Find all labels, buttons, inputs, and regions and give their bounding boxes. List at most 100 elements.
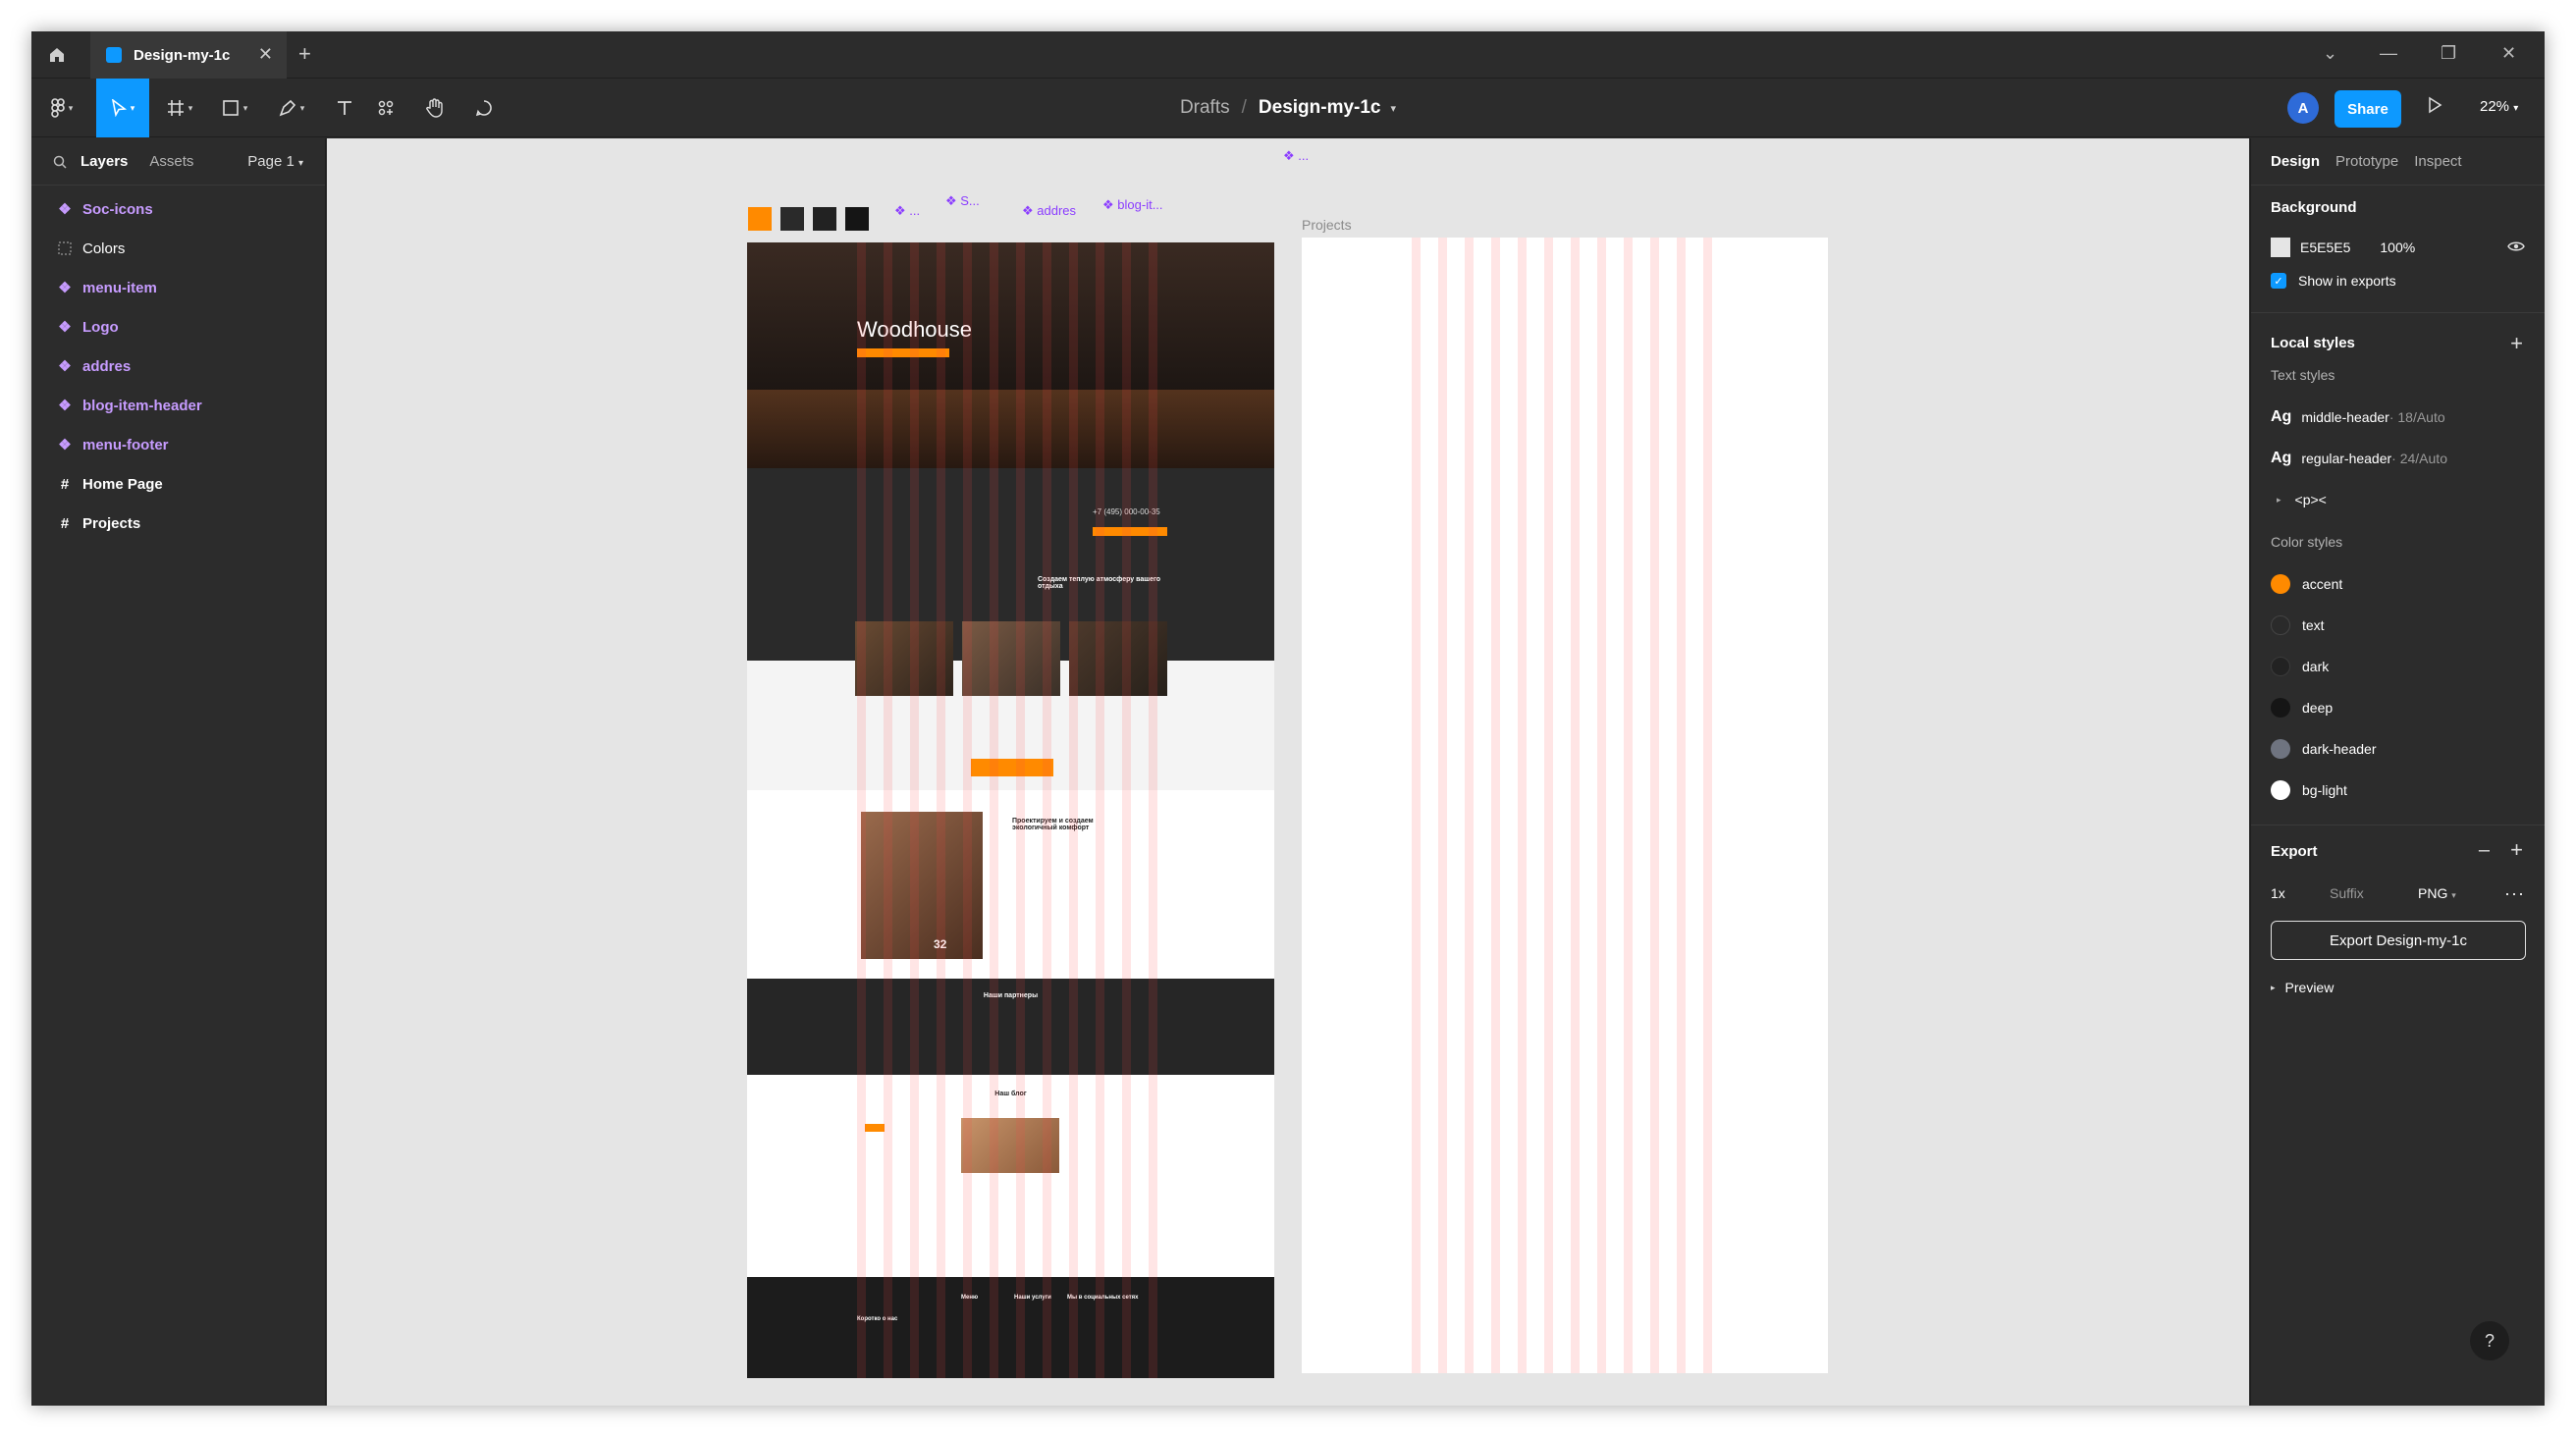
toolbar: Drafts / Design-my-1c ▾ ▾ ▾ ▾ ▾ ▾ A Shar… (31, 79, 2545, 137)
layout-grid-column (1597, 238, 1606, 1373)
layer-item[interactable]: ❖ blog-item-header (31, 386, 325, 425)
background-section: Background E5E5E5 100% ✓ Show in exports (2251, 186, 2545, 313)
pen-tool-button[interactable]: ▾ (265, 79, 318, 137)
figma-logo-icon (50, 98, 65, 118)
color-style-name: text (2302, 617, 2325, 633)
add-export-icon[interactable]: + (2510, 837, 2523, 863)
text-icon (338, 101, 351, 115)
color-chip-deep[interactable] (845, 207, 869, 231)
color-style-row[interactable]: deep (2271, 687, 2525, 728)
add-style-icon[interactable]: + (2510, 331, 2523, 356)
color-style-row[interactable]: accent (2271, 563, 2525, 605)
chevron-down-icon[interactable]: ⌄ (2323, 43, 2337, 64)
frame-tool-button[interactable]: ▾ (153, 79, 206, 137)
component-label[interactable]: ❖ ... (894, 203, 920, 219)
breadcrumb-file[interactable]: Design-my-1c (1259, 97, 1381, 119)
restore-icon[interactable]: ❐ (2441, 43, 2456, 64)
color-style-name: bg-light (2302, 782, 2347, 798)
move-tool-button[interactable]: ▾ (96, 79, 149, 137)
text-style-row[interactable]: Ag regular-header · 24/Auto (2271, 438, 2525, 479)
color-chip-accent[interactable] (748, 207, 772, 231)
layer-item[interactable]: ❖ addres (31, 346, 325, 386)
page-selector[interactable]: Page 1 ▾ (247, 153, 303, 170)
layout-grid-column (1465, 238, 1474, 1373)
color-style-row[interactable]: dark-header (2271, 728, 2525, 770)
export-button[interactable]: Export Design-my-1c (2271, 921, 2526, 960)
zoom-dropdown[interactable]: 22% ▾ (2480, 98, 2518, 115)
export-scale[interactable]: 1x (2271, 885, 2330, 901)
background-swatch[interactable] (2271, 238, 2290, 257)
close-tab-icon[interactable]: ✕ (258, 44, 273, 65)
text-style-row[interactable]: Ag middle-header · 18/Auto (2271, 397, 2525, 438)
component-label[interactable]: ❖ S... (945, 193, 980, 209)
projects-frame[interactable] (1302, 238, 1828, 1373)
more-options-icon[interactable]: ··· (2504, 883, 2525, 904)
background-title: Background (2271, 199, 2357, 216)
shape-tool-button[interactable]: ▾ (208, 79, 261, 137)
chevron-right-icon: ▸ (2277, 494, 2281, 505)
layers-panel: Layers Assets Page 1 ▾ ❖ Soc-icons Colors… (31, 138, 326, 1406)
background-hex[interactable]: E5E5E5 (2300, 240, 2350, 255)
layout-grid-column (1069, 242, 1078, 1378)
export-suffix-input[interactable]: Suffix (2330, 885, 2418, 901)
new-tab-button[interactable]: + (298, 41, 311, 67)
file-tab[interactable]: Design-my-1c ✕ (90, 31, 287, 79)
background-opacity[interactable]: 100% (2380, 240, 2415, 255)
all-projects-button[interactable] (971, 759, 1053, 776)
home-button[interactable] (31, 31, 82, 79)
layout-grid-column (910, 242, 919, 1378)
color-chip-dark[interactable] (813, 207, 836, 231)
component-blog-label: blog-it... (1117, 197, 1163, 212)
home-page-frame[interactable]: Woodhouse +7 (495) 000-00-35 Создаем теп… (747, 242, 1274, 1378)
component-icon: ❖ (58, 280, 72, 296)
layer-item[interactable]: ❖ Logo (31, 307, 325, 346)
share-button[interactable]: Share (2334, 90, 2401, 128)
export-format-select[interactable]: PNG ▾ (2418, 885, 2456, 901)
component-menu-footer[interactable]: ❖ ... (1283, 148, 1309, 164)
frame-label-projects[interactable]: Projects (1302, 217, 1352, 233)
layer-list: ❖ Soc-icons Colors ❖ menu-item ❖ Logo ❖ addr… (31, 186, 325, 543)
eye-icon[interactable] (2507, 240, 2525, 255)
component-addres[interactable]: ❖ addres (1022, 203, 1076, 219)
canvas[interactable]: ❖ ... ❖ S... ❖ addres ❖ blog-it... ❖ ...… (327, 138, 2249, 1406)
layer-item[interactable]: ❖ menu-item (31, 268, 325, 307)
chevron-down-icon[interactable]: ▾ (1391, 102, 1397, 115)
text-style-meta: · 24/Auto (2391, 451, 2447, 466)
layout-grid-column (1491, 238, 1500, 1373)
color-style-row[interactable]: bg-light (2271, 770, 2525, 811)
minimize-icon[interactable]: — (2380, 43, 2397, 64)
comment-tool-button[interactable] (457, 79, 510, 137)
background-fill-row: E5E5E5 100% (2271, 232, 2525, 263)
text-style-name: middle-header (2301, 409, 2389, 425)
layout-grid-column (963, 242, 972, 1378)
breadcrumb-drafts[interactable]: Drafts (1180, 97, 1230, 119)
color-style-row[interactable]: text (2271, 605, 2525, 646)
resources-button[interactable] (359, 79, 412, 137)
text-style-meta: · 18/Auto (2388, 409, 2445, 425)
tab-prototype[interactable]: Prototype (2335, 153, 2398, 170)
layer-item[interactable]: ❖ Soc-icons (31, 189, 325, 229)
remove-export-icon[interactable]: – (2479, 839, 2490, 862)
color-style-row[interactable]: dark (2271, 646, 2525, 687)
component-blog-item[interactable]: ❖ blog-it... (1102, 197, 1163, 213)
preview-row[interactable]: ▸ Preview (2271, 966, 2525, 1009)
layer-item[interactable]: ❖ menu-footer (31, 425, 325, 464)
help-button[interactable]: ? (2470, 1321, 2509, 1360)
layer-item[interactable]: # Projects (31, 504, 325, 543)
search-icon[interactable] (53, 155, 67, 169)
hand-tool-button[interactable] (408, 79, 461, 137)
close-window-icon[interactable]: ✕ (2501, 43, 2516, 64)
layer-item[interactable]: Colors (31, 229, 325, 268)
user-avatar[interactable]: A (2287, 92, 2319, 124)
show-in-exports-checkbox[interactable]: ✓ (2271, 273, 2286, 289)
color-chip-text[interactable] (780, 207, 804, 231)
present-button[interactable] (2427, 96, 2442, 119)
layer-item[interactable]: # Home Page (31, 464, 325, 504)
tab-inspect[interactable]: Inspect (2414, 153, 2461, 170)
color-style-name: accent (2302, 576, 2343, 592)
tab-layers[interactable]: Layers (80, 153, 128, 170)
tab-assets[interactable]: Assets (149, 153, 193, 170)
style-group-row[interactable]: ▸ <p>< (2271, 479, 2525, 520)
tab-design[interactable]: Design (2271, 153, 2320, 170)
main-menu-button[interactable]: ▾ (35, 79, 88, 137)
